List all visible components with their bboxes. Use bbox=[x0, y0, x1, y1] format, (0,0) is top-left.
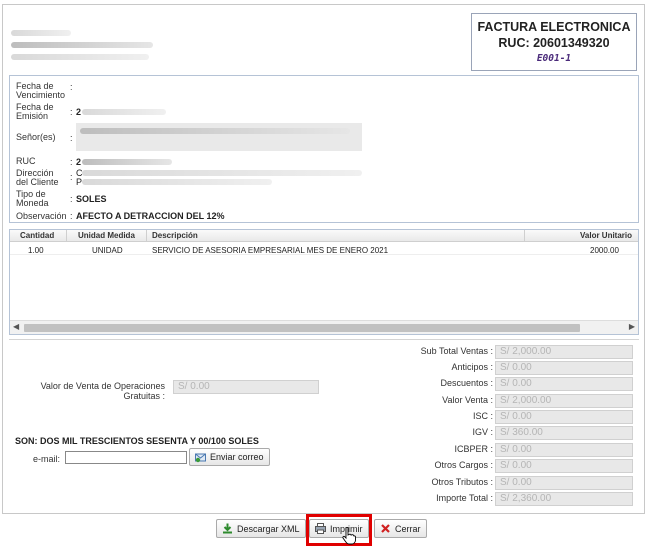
col-descripcion[interactable]: Descripción bbox=[152, 231, 198, 240]
col-separator bbox=[66, 230, 67, 242]
close-button[interactable]: Cerrar bbox=[374, 519, 427, 538]
otroscargos-field: S/ 0.00 bbox=[495, 459, 633, 473]
valorventa-field: S/ 2,000.00 bbox=[495, 394, 633, 408]
emitter-address-redacted bbox=[11, 42, 153, 48]
email-input[interactable] bbox=[65, 451, 187, 464]
invoice-window: FACTURA ELECTRONICA RUC: 20601349320 E00… bbox=[2, 4, 645, 514]
icbper-field: S/ 0.00 bbox=[495, 443, 633, 457]
horizontal-scrollbar[interactable]: ◀ ▶ bbox=[10, 320, 638, 334]
icbper-label: ICBPER : bbox=[454, 444, 493, 454]
ruc-redacted bbox=[82, 159, 172, 165]
col-valor-unitario[interactable]: Valor Unitario bbox=[580, 231, 632, 240]
direccion-label: Dirección del Cliente bbox=[16, 168, 59, 187]
importe-field: S/ 2,360.00 bbox=[495, 492, 633, 506]
col-cantidad[interactable]: Cantidad bbox=[20, 231, 54, 240]
otrostributos-label: Otros Tributos : bbox=[431, 477, 493, 487]
senor-label: Señor(es) bbox=[16, 132, 56, 142]
items-grid: Cantidad Unidad Medida Descripción Valor… bbox=[9, 229, 639, 335]
row-unidad: UNIDAD bbox=[92, 246, 123, 255]
anticipos-label: Anticipos : bbox=[451, 362, 493, 372]
emision-value: 2 bbox=[76, 107, 82, 117]
igv-label: IGV : bbox=[472, 427, 493, 437]
direccion-redacted-1 bbox=[82, 170, 362, 176]
observacion-value: AFECTO A DETRACCION DEL 12% bbox=[76, 211, 225, 221]
valorventa-label: Valor Venta : bbox=[442, 395, 493, 405]
otroscargos-label: Otros Cargos : bbox=[434, 460, 493, 470]
invoice-ruc: RUC: 20601349320 bbox=[498, 36, 610, 50]
col-separator bbox=[146, 230, 147, 242]
scroll-right-icon[interactable]: ▶ bbox=[629, 322, 635, 331]
isc-label: ISC : bbox=[472, 411, 493, 421]
print-highlight-box bbox=[306, 514, 372, 546]
colon: : bbox=[70, 211, 73, 221]
amount-in-words: SON: DOS MIL TRESCIENTOS SESENTA Y 00/10… bbox=[15, 436, 259, 446]
isc-field: S/ 0.00 bbox=[495, 410, 633, 424]
invoice-header-box: FACTURA ELECTRONICA RUC: 20601349320 E00… bbox=[471, 13, 637, 71]
row-cantidad: 1.00 bbox=[28, 246, 44, 255]
totals-area: Valor de Venta de Operaciones Gratuitas … bbox=[9, 339, 639, 509]
col-separator bbox=[524, 230, 525, 242]
emision-label: Fecha de Emisión bbox=[16, 102, 54, 121]
send-email-button[interactable]: Enviar correo bbox=[189, 448, 270, 466]
invoice-title: FACTURA ELECTRONICA bbox=[477, 20, 631, 34]
download-xml-label: Descargar XML bbox=[237, 523, 300, 534]
colon: : bbox=[70, 172, 73, 182]
scrollbar-thumb[interactable] bbox=[24, 324, 580, 332]
descuentos-field: S/ 0.00 bbox=[495, 377, 633, 391]
close-icon bbox=[380, 523, 391, 534]
anticipos-field: S/ 0.00 bbox=[495, 361, 633, 375]
email-label: e-mail: bbox=[33, 454, 61, 464]
close-label: Cerrar bbox=[395, 523, 421, 534]
ruc-value: 2 bbox=[76, 157, 82, 167]
subtotal-label: Sub Total Ventas : bbox=[420, 346, 493, 356]
items-header: Cantidad Unidad Medida Descripción Valor… bbox=[10, 230, 638, 242]
observacion-label: Observación bbox=[16, 211, 67, 221]
invoice-serie: E001-1 bbox=[536, 53, 572, 64]
row-descripcion: SERVICIO DE ASESORIA EMPRESARIAL MES DE … bbox=[152, 246, 389, 255]
row-valor: 2000.00 bbox=[590, 246, 619, 255]
send-email-label: Enviar correo bbox=[210, 452, 264, 462]
colon: : bbox=[70, 194, 73, 204]
colon: : bbox=[70, 133, 73, 143]
descuentos-label: Descuentos : bbox=[440, 378, 493, 388]
colon: : bbox=[70, 82, 73, 92]
send-email-icon bbox=[195, 452, 206, 463]
download-xml-button[interactable]: Descargar XML bbox=[216, 519, 306, 538]
direccion-redacted-2 bbox=[82, 179, 272, 185]
subtotal-field: S/ 2,000.00 bbox=[495, 345, 633, 359]
client-panel: Fecha de Vencimiento : Fecha de Emisión … bbox=[9, 75, 639, 223]
moneda-value: SOLES bbox=[76, 194, 107, 204]
moneda-label: Tipo de Moneda bbox=[16, 189, 49, 208]
colon: : bbox=[70, 157, 73, 167]
senor-value-blur bbox=[80, 128, 350, 134]
colon: : bbox=[70, 107, 73, 117]
hand-cursor-icon bbox=[342, 526, 356, 550]
igv-field: S/ 360.00 bbox=[495, 426, 633, 440]
ruc-label: RUC bbox=[16, 156, 36, 166]
emitter-extra-redacted bbox=[11, 54, 149, 60]
emision-redacted bbox=[82, 109, 166, 115]
download-icon bbox=[222, 523, 233, 534]
emitter-name-redacted bbox=[11, 30, 71, 36]
col-unidad[interactable]: Unidad Medida bbox=[78, 231, 135, 240]
scroll-left-icon[interactable]: ◀ bbox=[13, 322, 19, 331]
gratuitas-label: Valor de Venta de Operaciones Gratuitas … bbox=[40, 381, 165, 401]
gratuitas-field: S/ 0.00 bbox=[173, 380, 319, 394]
otrostributos-field: S/ 0.00 bbox=[495, 476, 633, 490]
importe-label: Importe Total : bbox=[436, 493, 493, 503]
vencimiento-label: Fecha de Vencimiento bbox=[16, 81, 66, 100]
